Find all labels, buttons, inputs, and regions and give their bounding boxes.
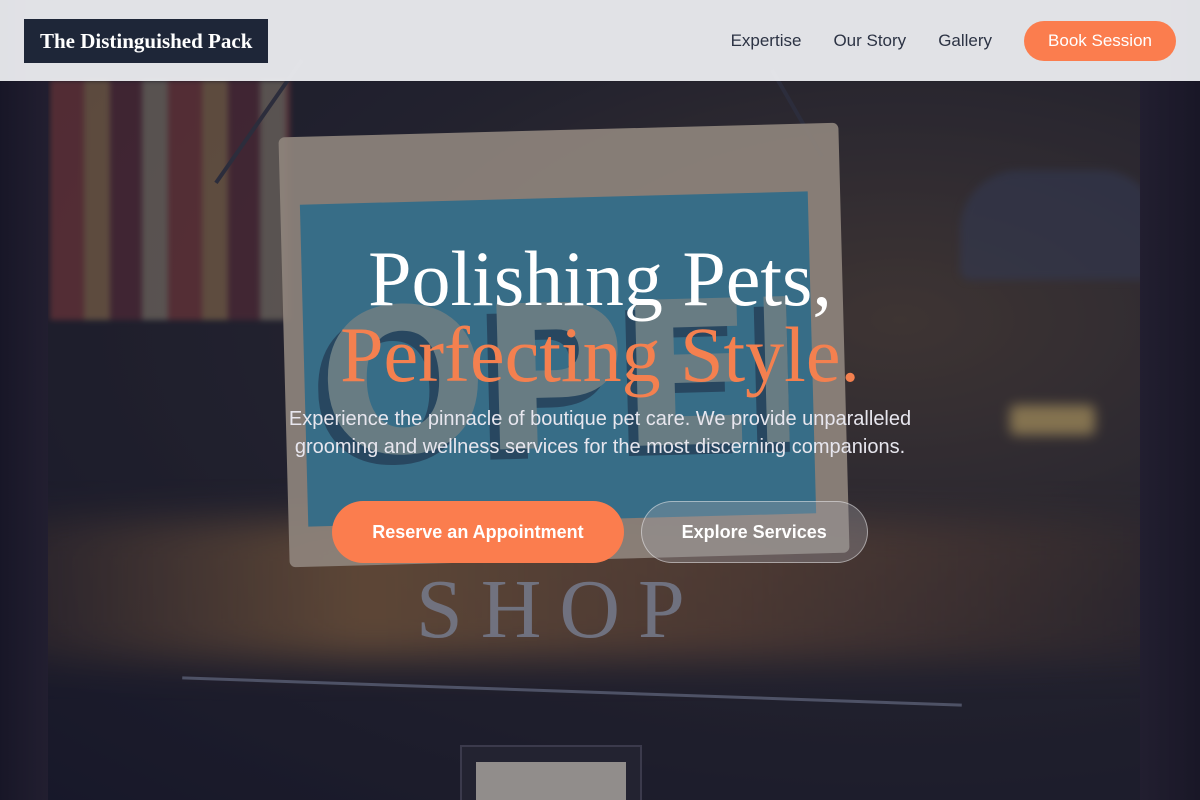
hero-cta-group: Reserve an Appointment Explore Services — [0, 501, 1200, 563]
hero-section: Polishing Pets, Perfecting Style. Experi… — [0, 81, 1200, 800]
hero-title-line1: Polishing Pets, — [368, 235, 832, 322]
nav-link-gallery[interactable]: Gallery — [938, 31, 992, 51]
hero-title-line2: Perfecting Style. — [340, 311, 860, 398]
site-header: The Distinguished Pack Expertise Our Sto… — [0, 0, 1200, 81]
explore-services-button[interactable]: Explore Services — [640, 501, 868, 563]
nav-link-our-story[interactable]: Our Story — [833, 31, 906, 51]
hero-title: Polishing Pets, Perfecting Style. — [150, 235, 1050, 398]
site-logo[interactable]: The Distinguished Pack — [24, 18, 269, 63]
main-nav: Expertise Our Story Gallery — [731, 31, 992, 51]
hero-subtitle: Experience the pinnacle of boutique pet … — [288, 408, 912, 458]
book-session-button[interactable]: Book Session — [1024, 20, 1176, 61]
reserve-appointment-button[interactable]: Reserve an Appointment — [332, 501, 624, 563]
nav-link-expertise[interactable]: Expertise — [731, 31, 802, 51]
